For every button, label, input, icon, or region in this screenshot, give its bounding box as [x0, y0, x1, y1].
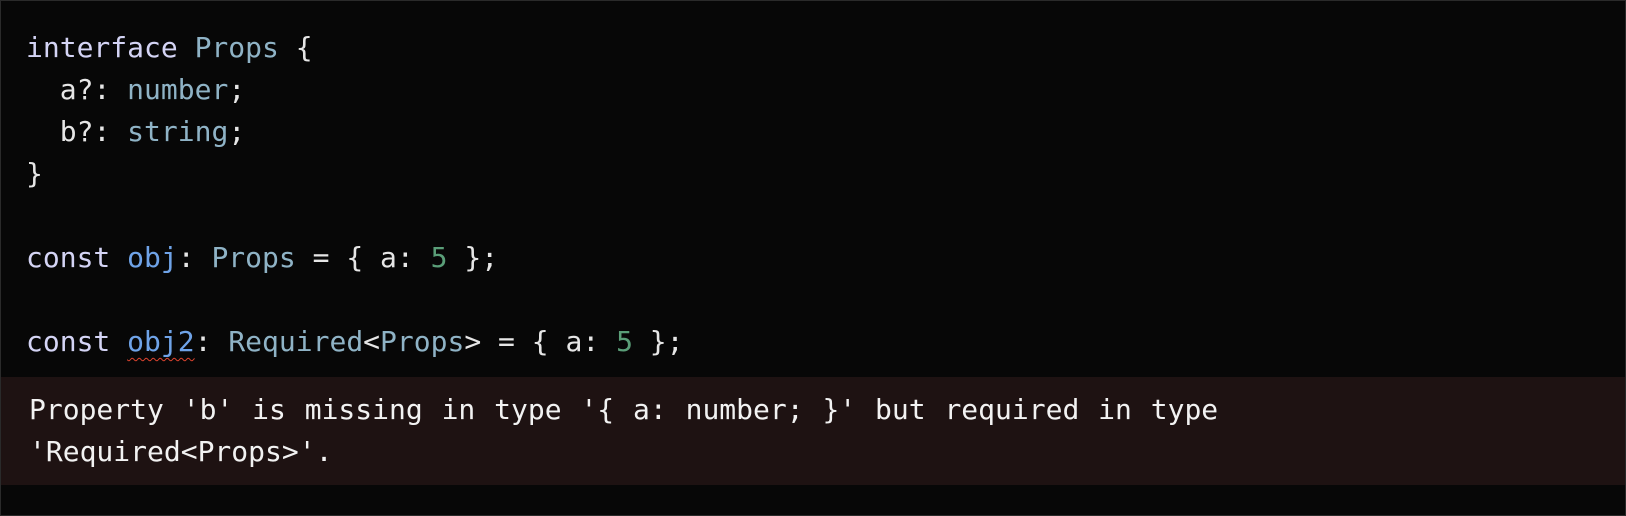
property-b: b? [59, 115, 94, 148]
const2-key-a: a: [565, 325, 600, 358]
property-b-semicolon: ; [228, 115, 246, 148]
const2-type-param: Props [380, 325, 465, 358]
const1-colon: : [177, 241, 195, 274]
const2-value: 5 [616, 325, 633, 358]
code-line-2: a?: number; [26, 69, 684, 111]
variable-obj: obj [127, 241, 178, 274]
code-line-5-empty [26, 195, 684, 237]
code-line-4: } [26, 153, 684, 195]
code-editor[interactable]: interface Props { a?: number; b?: string… [0, 0, 1626, 516]
property-a-colon: : [93, 73, 111, 106]
property-a: a? [59, 73, 94, 106]
keyword-const-1: const [26, 241, 111, 274]
close-brace: } [26, 157, 43, 190]
const1-value: 5 [430, 241, 448, 274]
code-line-8: const obj2: Required<Props> = { a: 5 }; [26, 321, 684, 363]
const2-type-required: Required [228, 325, 364, 358]
code-block[interactable]: interface Props { a?: number; b?: string… [26, 27, 684, 363]
code-line-1: interface Props { [26, 27, 684, 69]
keyword-const-2: const [26, 325, 111, 358]
error-tooltip: Property 'b' is missing in type '{ a: nu… [1, 377, 1625, 485]
const2-close-brace: }; [649, 325, 684, 358]
error-message: Property 'b' is missing in type '{ a: nu… [29, 393, 1219, 468]
const2-open-brace: { [531, 325, 549, 358]
property-b-type: string [127, 115, 229, 148]
const1-type: Props [211, 241, 296, 274]
const2-assign: = [498, 325, 515, 358]
keyword-interface: interface [26, 31, 178, 64]
open-brace: { [295, 31, 313, 64]
const1-open-brace: { [346, 241, 364, 274]
const1-key-a: a: [380, 241, 414, 274]
code-line-3: b?: string; [26, 111, 684, 153]
const2-colon: : [194, 325, 212, 358]
const1-close-brace: }; [464, 241, 499, 274]
const2-less-than: < [363, 325, 381, 358]
property-a-type: number [127, 73, 229, 106]
property-a-semicolon: ; [228, 73, 246, 106]
variable-obj2-error[interactable]: obj2 [127, 325, 194, 358]
property-b-colon: : [93, 115, 111, 148]
const2-greater-than: > [464, 325, 482, 358]
const1-assign: = [312, 241, 330, 274]
code-line-7-empty [26, 279, 684, 321]
code-line-6: const obj: Props = { a: 5 }; [26, 237, 684, 279]
interface-name: Props [194, 31, 279, 64]
